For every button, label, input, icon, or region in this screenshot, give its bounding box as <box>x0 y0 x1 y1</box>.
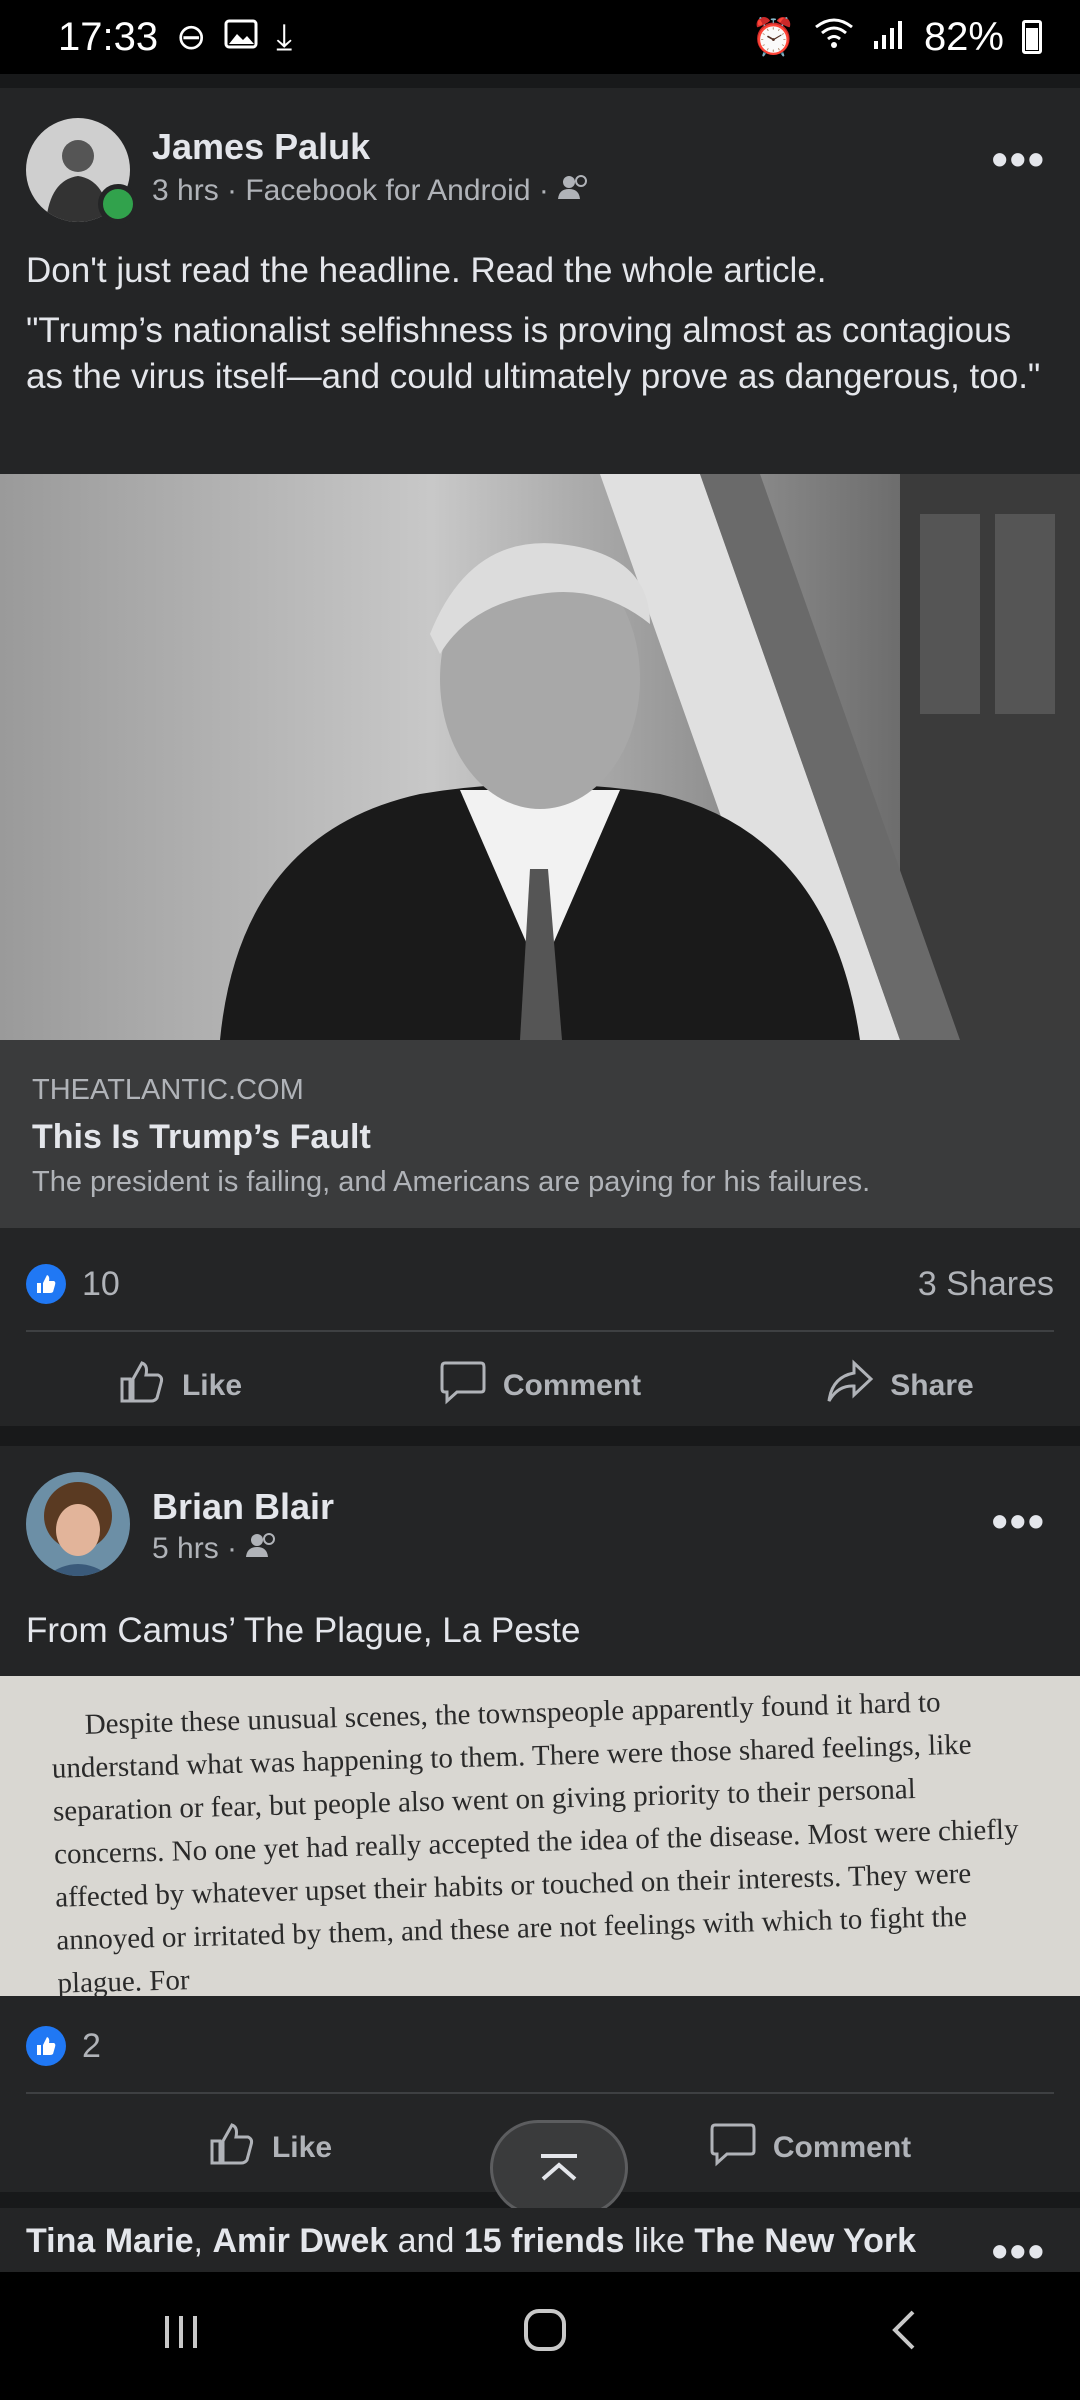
post-card: Brian Blair 5 hrs · ••• From Camus’ The … <box>0 1446 1080 2192</box>
scroll-up-icon <box>541 2154 577 2181</box>
reactions-row: 2 <box>26 2026 1054 2066</box>
share-button[interactable]: Share <box>720 1356 1080 1416</box>
like-label: Like <box>271 2131 333 2164</box>
post-author[interactable]: Brian Blair <box>152 1486 334 1528</box>
back-button[interactable] <box>889 2308 919 2364</box>
more-options-button[interactable]: ••• <box>992 1494 1046 1548</box>
comment-icon <box>439 1359 487 1413</box>
reactions-row: 10 3 Shares <box>26 1264 1054 1304</box>
online-status-icon <box>98 184 138 224</box>
post-quote: "Trump’s nationalist selfishness is prov… <box>26 311 1041 396</box>
post-image[interactable]: Despite these unusual scenes, the townsp… <box>0 1676 1080 1996</box>
battery-percent: 82% <box>923 14 1004 59</box>
post-timestamp: 5 hrs · <box>152 1532 238 1565</box>
comment-label: Comment <box>772 2131 912 2164</box>
recent-apps-button[interactable] <box>161 2309 201 2364</box>
post-meta: 3 hrs · Facebook for Android · <box>152 174 591 208</box>
system-nav-bar <box>0 2272 1080 2400</box>
link-domain: THEATLANTIC.COM <box>32 1074 304 1106</box>
link-description: The president is failing, and Americans … <box>32 1166 871 1198</box>
signal-icon <box>872 16 906 58</box>
action-bar: Like Comment Share <box>0 1356 1080 1416</box>
post-text: Don't just read the headline. Read the w… <box>26 251 827 290</box>
friend-name[interactable]: Tina Marie <box>26 2222 194 2260</box>
status-bar: 17:33 ⊖ ⤓ ⏰ 82% <box>0 0 1080 74</box>
comment-button[interactable]: Comment <box>360 1356 720 1416</box>
like-reaction-icon <box>26 1264 66 1304</box>
separator: , <box>193 2222 213 2260</box>
divider <box>26 1330 1054 1332</box>
friends-icon <box>245 1532 279 1566</box>
share-icon <box>826 1359 874 1413</box>
wifi-icon <box>814 16 854 58</box>
like-label: Like <box>181 1369 243 1402</box>
conjunction: and <box>388 2222 464 2260</box>
suggestion-text[interactable]: Tina Marie, Amir Dwek and 15 friends lik… <box>26 2222 916 2261</box>
suggestion-card: Tina Marie, Amir Dwek and 15 friends lik… <box>0 2208 1080 2277</box>
share-count[interactable]: 3 Shares <box>918 1265 1054 1304</box>
link-title: This Is Trump’s Fault <box>32 1118 371 1156</box>
post-meta: 5 hrs · <box>152 1532 279 1566</box>
friends-count[interactable]: 15 friends <box>464 2222 625 2260</box>
book-page-text: Despite these unusual scenes, the townsp… <box>51 1686 1019 1996</box>
battery-icon <box>1022 20 1042 54</box>
friends-icon <box>557 174 591 208</box>
like-button[interactable]: Like <box>0 2118 540 2178</box>
thumbs-up-icon <box>118 1359 166 1413</box>
download-icon: ⤓ <box>276 15 293 57</box>
post-author[interactable]: James Paluk <box>152 126 370 168</box>
like-reaction-icon <box>26 2026 66 2066</box>
comment-label: Comment <box>502 1369 642 1402</box>
like-count[interactable]: 2 <box>82 2027 101 2066</box>
like-count[interactable]: 10 <box>82 1265 120 1304</box>
link-image[interactable] <box>0 474 1080 1040</box>
post-card: James Paluk 3 hrs · Facebook for Android… <box>0 88 1080 1426</box>
like-button[interactable]: Like <box>0 1356 360 1416</box>
post-text: From Camus’ The Plague, La Peste <box>26 1611 581 1650</box>
friend-name[interactable]: Amir Dwek <box>212 2222 388 2260</box>
do-not-disturb-icon: ⊖ <box>176 16 207 57</box>
status-time: 17:33 <box>58 14 159 59</box>
home-button[interactable] <box>523 2308 567 2364</box>
divider <box>26 2092 1054 2094</box>
comment-icon <box>709 2121 757 2175</box>
more-options-button[interactable]: ••• <box>992 132 1046 186</box>
more-options-button[interactable]: ••• <box>992 2224 1046 2278</box>
alarm-icon: ⏰ <box>751 16 796 57</box>
thumbs-up-icon <box>208 2121 256 2175</box>
scroll-to-top-button[interactable] <box>490 2120 628 2216</box>
share-label: Share <box>890 1369 974 1402</box>
page-name[interactable]: The New York <box>694 2222 916 2260</box>
avatar[interactable] <box>26 1472 130 1576</box>
link-preview[interactable]: THEATLANTIC.COM This Is Trump’s Fault Th… <box>0 1040 1080 1228</box>
image-icon <box>224 16 258 58</box>
post-timestamp: 3 hrs · Facebook for Android · <box>152 174 549 207</box>
like-text: like <box>624 2222 695 2260</box>
